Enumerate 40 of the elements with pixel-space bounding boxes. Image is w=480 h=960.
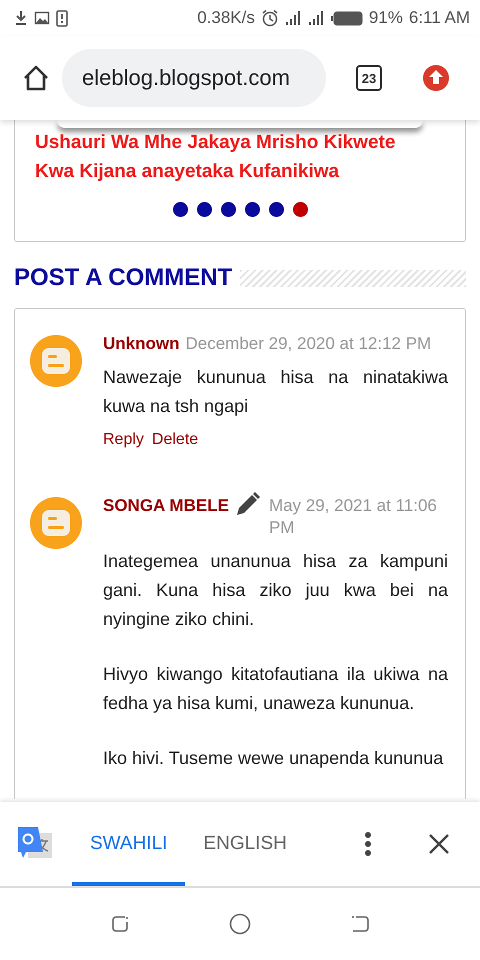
slider-dot[interactable] xyxy=(268,202,284,217)
language-tab[interactable]: ENGLISH xyxy=(185,802,305,886)
close-icon[interactable] xyxy=(428,833,450,855)
language-tab[interactable]: SWAHILI xyxy=(72,802,186,886)
slider-dot[interactable] xyxy=(292,202,308,217)
comment-action-link[interactable]: Reply xyxy=(103,431,144,449)
url-field[interactable]: eleblog.blogspot.com xyxy=(62,49,326,107)
comment-author[interactable]: Unknown xyxy=(103,333,180,355)
signal-icon xyxy=(284,11,302,25)
network-speed: 0.38K/s xyxy=(197,8,255,28)
more-icon[interactable] xyxy=(364,831,372,857)
comment-text: Nawezaje kununua hisa na ninatakiwa kuwa na tsh ngapi xyxy=(103,366,448,418)
battery-icon xyxy=(330,10,363,26)
recent-apps-icon[interactable] xyxy=(110,914,130,934)
slider-dot[interactable] xyxy=(220,202,236,217)
back-icon[interactable] xyxy=(350,914,370,934)
download-icon xyxy=(14,10,28,26)
phone-alert-icon xyxy=(56,10,68,26)
avatar-icon xyxy=(30,335,82,387)
avatar-icon xyxy=(30,497,82,549)
section-heading: POST A COMMENT xyxy=(14,264,232,292)
home-icon[interactable] xyxy=(22,65,50,91)
comment-text: Inategemea unanunua hisa za kampuni gani. Kuna hisa ziko juu kwa bei na nyingine ziko chini. xyxy=(103,550,448,631)
comment-text: Iko hivi. Tuseme wewe unapenda kununua xyxy=(103,747,444,770)
slider-dot[interactable] xyxy=(172,202,188,217)
clock: 6:11 AM xyxy=(408,8,470,28)
battery-percent: 91% xyxy=(368,8,403,28)
comment-action-link[interactable]: Delete xyxy=(152,431,198,449)
image-icon xyxy=(34,10,50,26)
home-button-icon[interactable] xyxy=(228,913,251,935)
comment-text: Hivyo kiwango kitatofautiana ila ukiwa na fedha ya hisa kumi, unaweza kununua. xyxy=(103,663,448,715)
tab-count[interactable]: 23 xyxy=(356,65,382,91)
post-title[interactable]: Ushauri Wa Mhe Jakaya Mrisho Kikwete Kwa Kijana anayetaka Kufanikiwa xyxy=(35,128,445,186)
slider-dot[interactable] xyxy=(196,202,212,217)
alarm-icon xyxy=(260,9,279,27)
signal-icon xyxy=(308,11,325,25)
upload-icon[interactable] xyxy=(422,64,450,92)
slider-dot[interactable] xyxy=(244,202,260,217)
comment-author[interactable]: SONGA MBELE xyxy=(103,495,229,517)
translate-icon[interactable] xyxy=(18,827,54,861)
